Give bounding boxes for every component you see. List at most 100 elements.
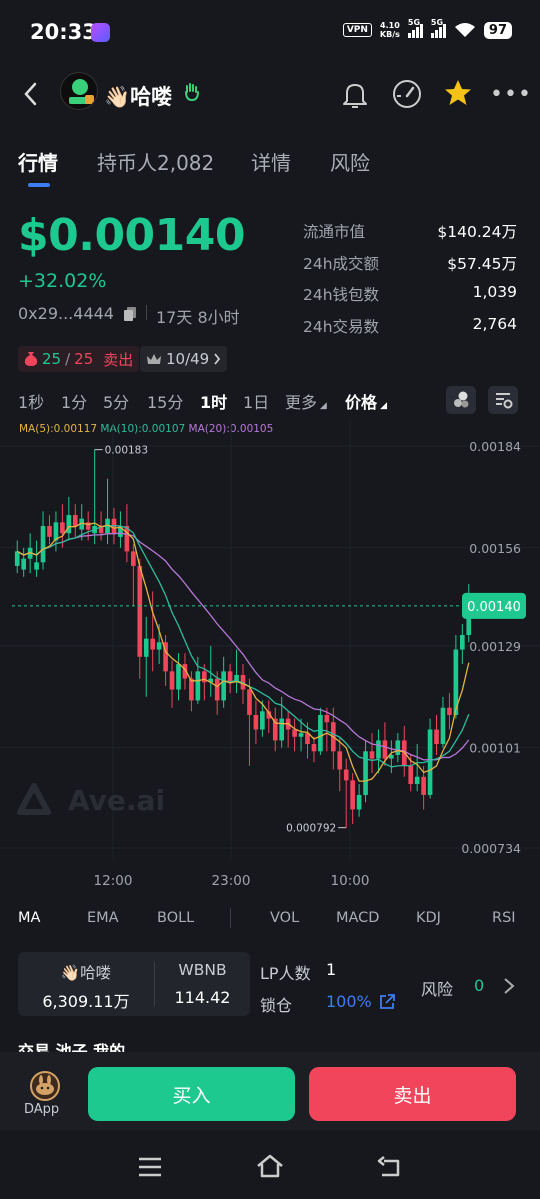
tab-market[interactable]: 行情 — [18, 147, 58, 176]
back-nav-icon[interactable] — [376, 1155, 404, 1179]
external-link-icon[interactable] — [378, 993, 396, 1011]
contract-address: 0x29...4444 — [18, 304, 114, 323]
indicator-bar: MA EMA BOLL VOL MACD KDJ RSI — [0, 908, 540, 932]
tab-risk[interactable]: 风险 — [330, 147, 370, 176]
candle-body — [60, 522, 65, 534]
x-tick-label: 23:00 — [212, 873, 251, 889]
candle-body — [169, 671, 175, 690]
ma20-line — [16, 532, 470, 761]
interval-15m[interactable]: 15分 — [147, 389, 183, 413]
watermark: Ave.ai — [17, 783, 165, 817]
chevron-right-icon — [214, 353, 221, 365]
candle-body — [21, 558, 26, 570]
candle-body — [408, 765, 414, 785]
tab-details[interactable]: 详情 — [251, 147, 291, 176]
divider — [146, 305, 147, 320]
menu-icon[interactable] — [138, 1157, 162, 1177]
star-icon[interactable] — [443, 78, 473, 108]
ma-lines — [16, 522, 470, 782]
candle-body — [72, 515, 78, 526]
stat-row: 流通市值 $140.24万 — [303, 220, 517, 252]
stat-label: 24h成交额 — [303, 254, 380, 273]
candle-body — [189, 678, 194, 701]
network-speed: 4.10 KB/s — [379, 21, 400, 39]
risk-label[interactable]: 风险 — [421, 976, 453, 1000]
home-icon[interactable] — [256, 1154, 284, 1178]
y-tick-label: 0.00184 — [469, 439, 521, 454]
token-name: 👋🏻哈喽 — [104, 85, 173, 109]
stats-panel: 流通市值 $140.24万 24h成交额 $57.45万 24h钱包数 1,039 2… — [303, 220, 517, 346]
indicator-macd[interactable]: MACD — [336, 910, 379, 926]
pool-quote-amount: 114.42 — [174, 988, 231, 1007]
indicator-ema[interactable]: EMA — [87, 910, 119, 926]
indicator-icon — [454, 391, 469, 408]
back-icon[interactable] — [20, 80, 42, 108]
indicator-rsi[interactable]: RSI — [492, 910, 516, 926]
price-change: +32.02% — [18, 270, 107, 292]
header: 👋🏻哈喽 ••• — [0, 64, 540, 124]
dapp-label[interactable]: DApp — [24, 1102, 59, 1117]
candle-body — [176, 664, 181, 690]
candle-body — [427, 729, 433, 795]
pancakeswap-icon[interactable] — [30, 1071, 60, 1101]
copy-icon[interactable] — [124, 307, 136, 321]
sell-button[interactable]: 卖出 — [309, 1067, 516, 1121]
candle-body — [85, 522, 91, 530]
draw-tool-button[interactable] — [446, 386, 476, 414]
interval-1h[interactable]: 1时 — [200, 389, 227, 413]
gauge-icon[interactable] — [391, 78, 423, 110]
trade-count-badge[interactable]: 25/25 卖出 — [18, 346, 140, 372]
indicator-vol[interactable]: VOL — [270, 910, 299, 926]
risk-value[interactable]: 0 — [474, 976, 484, 995]
rank-badge[interactable]: 10/49 — [140, 346, 228, 372]
lp-holders-value: 1 — [326, 960, 337, 979]
money-bag-icon — [24, 352, 38, 366]
candles — [14, 449, 472, 828]
bell-icon[interactable] — [341, 80, 369, 110]
price-toggle[interactable]: 价格 ◢ — [345, 389, 387, 413]
candle-body — [143, 638, 149, 657]
stat-value: 1,039 — [472, 283, 517, 301]
candle-body — [137, 565, 143, 657]
wifi-icon — [454, 23, 475, 37]
indicator-boll[interactable]: BOLL — [157, 910, 194, 926]
stat-label: 流通市值 — [303, 223, 366, 241]
candle-body — [311, 744, 317, 752]
tab-indicator — [28, 183, 50, 187]
app-notification-icon — [91, 23, 110, 42]
token-age: 17天 8小时 — [156, 308, 240, 327]
chart-markers: 0.00140 0.00183 0.000792 — [12, 445, 526, 835]
interval-1d[interactable]: 1日 — [243, 389, 269, 413]
lock-value[interactable]: 100% — [326, 992, 372, 1011]
candle-body — [279, 718, 285, 741]
x-tick-label: 12:00 — [94, 873, 133, 889]
indicator-kdj[interactable]: KDJ — [416, 910, 441, 926]
price-chart[interactable]: Ave.ai 0.00184 0.00156 0.00129 0.00101 0.000… — [0, 420, 540, 900]
stat-row: 24h钱包数 1,039 — [303, 283, 517, 315]
interval-1m[interactable]: 1分 — [61, 389, 87, 413]
watermark-text: Ave.ai — [68, 784, 165, 817]
interval-1s[interactable]: 1秒 — [18, 389, 44, 413]
stat-label: 24h钱包数 — [303, 286, 380, 304]
tab-bar: 行情 持币人2,082 详情 风险 — [0, 143, 540, 193]
more-icon[interactable]: ••• — [490, 82, 532, 107]
indicator-ma[interactable]: MA — [18, 910, 40, 926]
interval-5m[interactable]: 5分 — [103, 389, 129, 413]
candle-body — [369, 751, 375, 759]
interval-more[interactable]: 更多 ◢ — [285, 389, 327, 413]
crown-icon — [147, 354, 161, 364]
tab-holders[interactable]: 持币人2,082 — [97, 147, 214, 176]
candle-body — [66, 515, 72, 534]
system-nav-bar — [0, 1130, 540, 1199]
settings-tool-button[interactable] — [488, 386, 518, 414]
battery-icon: 97 — [483, 21, 512, 39]
chevron-right-icon[interactable] — [502, 976, 516, 996]
candle-body — [350, 780, 355, 810]
y-tick-label: 0.00129 — [469, 639, 521, 654]
candle-body — [221, 671, 226, 701]
signal-icon: 5G — [407, 18, 423, 38]
candle-body — [343, 769, 349, 781]
max-label: 0.00183 — [105, 445, 148, 457]
buy-button[interactable]: 买入 — [88, 1067, 295, 1121]
candle-body — [195, 671, 201, 701]
